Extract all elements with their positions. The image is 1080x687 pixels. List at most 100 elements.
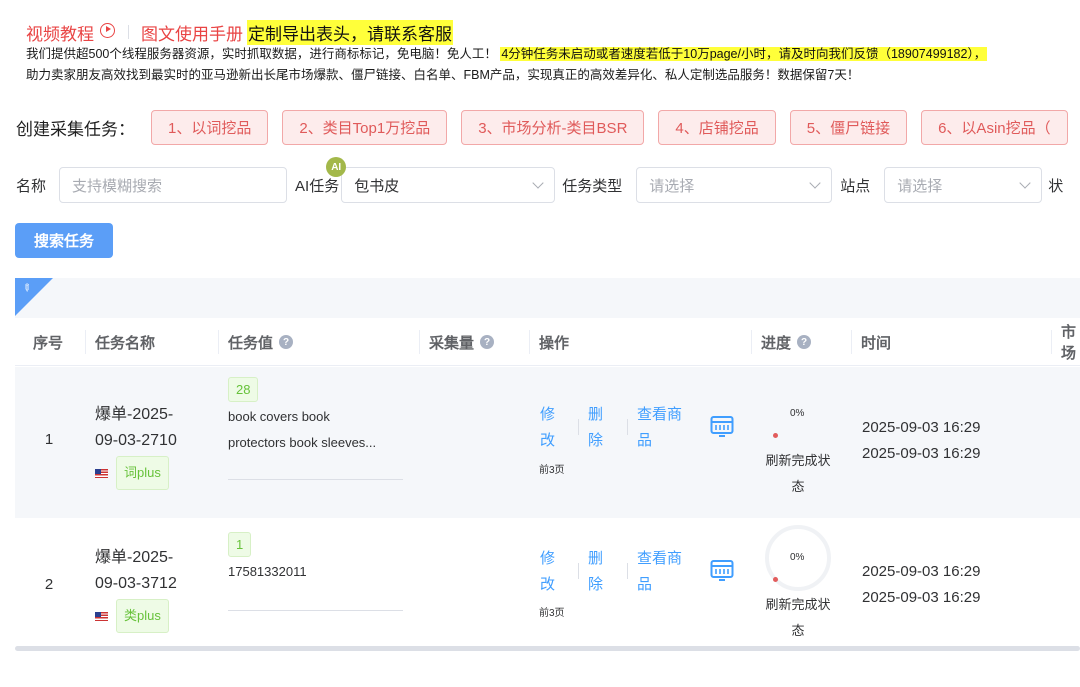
create-by-store-button[interactable]: 4、店铺挖品	[658, 110, 776, 145]
name-search-placeholder: 支持模糊搜索	[72, 177, 163, 195]
task-name-line: 爆单-2025-	[95, 406, 174, 423]
value-underline	[228, 479, 403, 480]
col-index-header: 序号	[33, 334, 64, 352]
view-products-link[interactable]: 查看商 品	[637, 546, 682, 598]
create-task-label: 创建采集任务：	[16, 120, 135, 139]
name-search-input[interactable]: 支持模糊搜索	[59, 167, 288, 203]
top-links: 视频教程 图文使用手册 定制导出表头，请联系客服	[26, 19, 453, 45]
delete-label: 除	[588, 432, 604, 449]
op-divider	[578, 563, 579, 579]
pin-bar: ✎	[15, 278, 1080, 318]
video-tutorial-link[interactable]: 视频教程	[26, 20, 94, 45]
col-market-header: 市场	[1051, 318, 1080, 366]
view-label: 查看商	[637, 550, 683, 567]
task-value-text: 17581332011	[228, 564, 307, 579]
task-name: 爆单-2025- 09-03-3712 类plus	[95, 545, 177, 633]
manual-link[interactable]: 图文使用手册	[141, 20, 243, 45]
filter-row: 名称 支持模糊搜索 AI任务 AI 包书皮 任务类型 请选择 站点 请选择 状	[16, 157, 1063, 203]
task-type-select[interactable]: 请选择	[636, 167, 833, 203]
time-value: 2025-09-03 16:29	[862, 419, 981, 436]
us-flag-icon	[95, 611, 108, 621]
edit-label: 修	[540, 406, 556, 423]
site-placeholder: 请选择	[897, 177, 943, 195]
chevron-down-icon	[809, 177, 821, 189]
name-filter-label: 名称	[16, 177, 47, 195]
chevron-down-icon	[532, 177, 544, 189]
col-time-header: 时间	[851, 318, 892, 366]
col-time-label: 时间	[861, 334, 892, 352]
divider	[128, 25, 129, 39]
chevron-down-icon	[1019, 177, 1031, 189]
edit-label: 改	[540, 432, 556, 449]
view-products-link[interactable]: 查看商 品	[637, 402, 682, 454]
create-by-category-top-button[interactable]: 2、类目Top1万挖品	[282, 110, 448, 145]
task-value-text: book covers book	[228, 409, 330, 424]
column-divider	[85, 330, 86, 354]
time-value: 2025-09-03 16:29	[862, 445, 981, 462]
table-view-icon[interactable]	[710, 415, 734, 439]
value-underline	[228, 610, 403, 611]
create-zombie-link-button[interactable]: 5、僵尸链接	[789, 110, 908, 145]
progress-text: 0%	[790, 552, 805, 563]
pin-corner[interactable]	[15, 278, 53, 316]
us-flag-icon	[95, 468, 108, 478]
edit-link[interactable]: 修 改	[540, 546, 555, 598]
question-icon[interactable]: ?	[279, 335, 294, 349]
col-task-name-header: 任务名称	[85, 318, 156, 366]
op-divider	[627, 563, 628, 579]
col-actions-label: 操作	[539, 334, 570, 352]
col-task-name-label: 任务名称	[95, 334, 156, 352]
task-name-line: 09-03-3712	[95, 575, 177, 592]
column-divider	[851, 330, 852, 354]
col-progress-label: 进度	[761, 334, 792, 352]
notice-line-2: 助力卖家朋友高效找到最实时的亚马逊新出长尾市场爆款、僵尸链接、白名单、FBM产品…	[26, 68, 860, 82]
task-value-text: protectors book sleeves...	[228, 435, 377, 450]
ai-task-value: 包书皮	[354, 177, 400, 195]
custom-export-notice: 定制导出表头，请联系客服	[247, 19, 453, 45]
view-label: 查看商	[637, 406, 683, 423]
ai-task-select[interactable]: AI 包书皮	[326, 157, 556, 203]
column-divider	[419, 330, 420, 354]
table-row: 1 爆单-2025- 09-03-2710 词plus 28 book cove…	[15, 367, 1080, 518]
delete-label: 删	[588, 406, 604, 423]
search-task-button[interactable]: 搜索任务	[15, 223, 113, 258]
play-circle-icon[interactable]	[100, 22, 115, 38]
site-select[interactable]: 请选择	[884, 167, 1043, 203]
delete-link[interactable]: 删 除	[588, 402, 603, 454]
progress-dot	[773, 433, 778, 438]
column-divider	[751, 330, 752, 354]
delete-label: 除	[588, 576, 604, 593]
create-market-analysis-button[interactable]: 3、市场分析-类目BSR	[461, 110, 645, 145]
horizontal-scrollbar[interactable]	[15, 646, 1080, 651]
delete-link[interactable]: 删 除	[588, 546, 603, 598]
refresh-status-link[interactable]: 刷新完成状 态	[758, 448, 838, 500]
column-divider	[218, 330, 219, 354]
table-header: 序号 任务名称 任务值 ? 采集量 ? 操作 进度 ? 时间 市场	[15, 318, 1080, 366]
count-badge: 1	[228, 532, 252, 557]
view-label: 品	[637, 576, 653, 593]
create-by-asin-button[interactable]: 6、以Asin挖品（	[921, 110, 1068, 145]
pages-label: 前3页	[539, 608, 565, 619]
table-view-icon[interactable]	[710, 559, 734, 583]
notice-highlight: 4分钟任务未启动或者速度若低于10万page/小时，请及时向我们反馈（18907…	[500, 47, 988, 61]
task-name-line: 爆单-2025-	[95, 549, 174, 566]
edit-label: 改	[540, 576, 556, 593]
progress-dot	[773, 577, 778, 582]
refresh-label: 刷新完成状	[765, 453, 831, 468]
row-index: 1	[44, 431, 54, 448]
question-icon[interactable]: ?	[480, 335, 495, 349]
ai-badge-icon: AI	[326, 157, 347, 177]
progress-text: 0%	[790, 408, 805, 419]
create-task-row: 创建采集任务： 1、以词挖品 2、类目Top1万挖品 3、市场分析-类目BSR …	[16, 110, 1080, 145]
pages-label: 前3页	[539, 465, 565, 476]
create-by-keyword-button[interactable]: 1、以词挖品	[151, 110, 269, 145]
task-type-tag: 词plus	[116, 456, 169, 490]
col-actions-header: 操作	[529, 318, 570, 366]
edit-link[interactable]: 修 改	[540, 402, 555, 454]
task-value: 1 17581332011	[228, 532, 307, 585]
refresh-status-link[interactable]: 刷新完成状 态	[758, 592, 838, 644]
question-icon[interactable]: ?	[797, 335, 812, 349]
task-name-line: 09-03-2710	[95, 432, 177, 449]
delete-label: 删	[588, 550, 604, 567]
edit-label: 修	[540, 550, 556, 567]
